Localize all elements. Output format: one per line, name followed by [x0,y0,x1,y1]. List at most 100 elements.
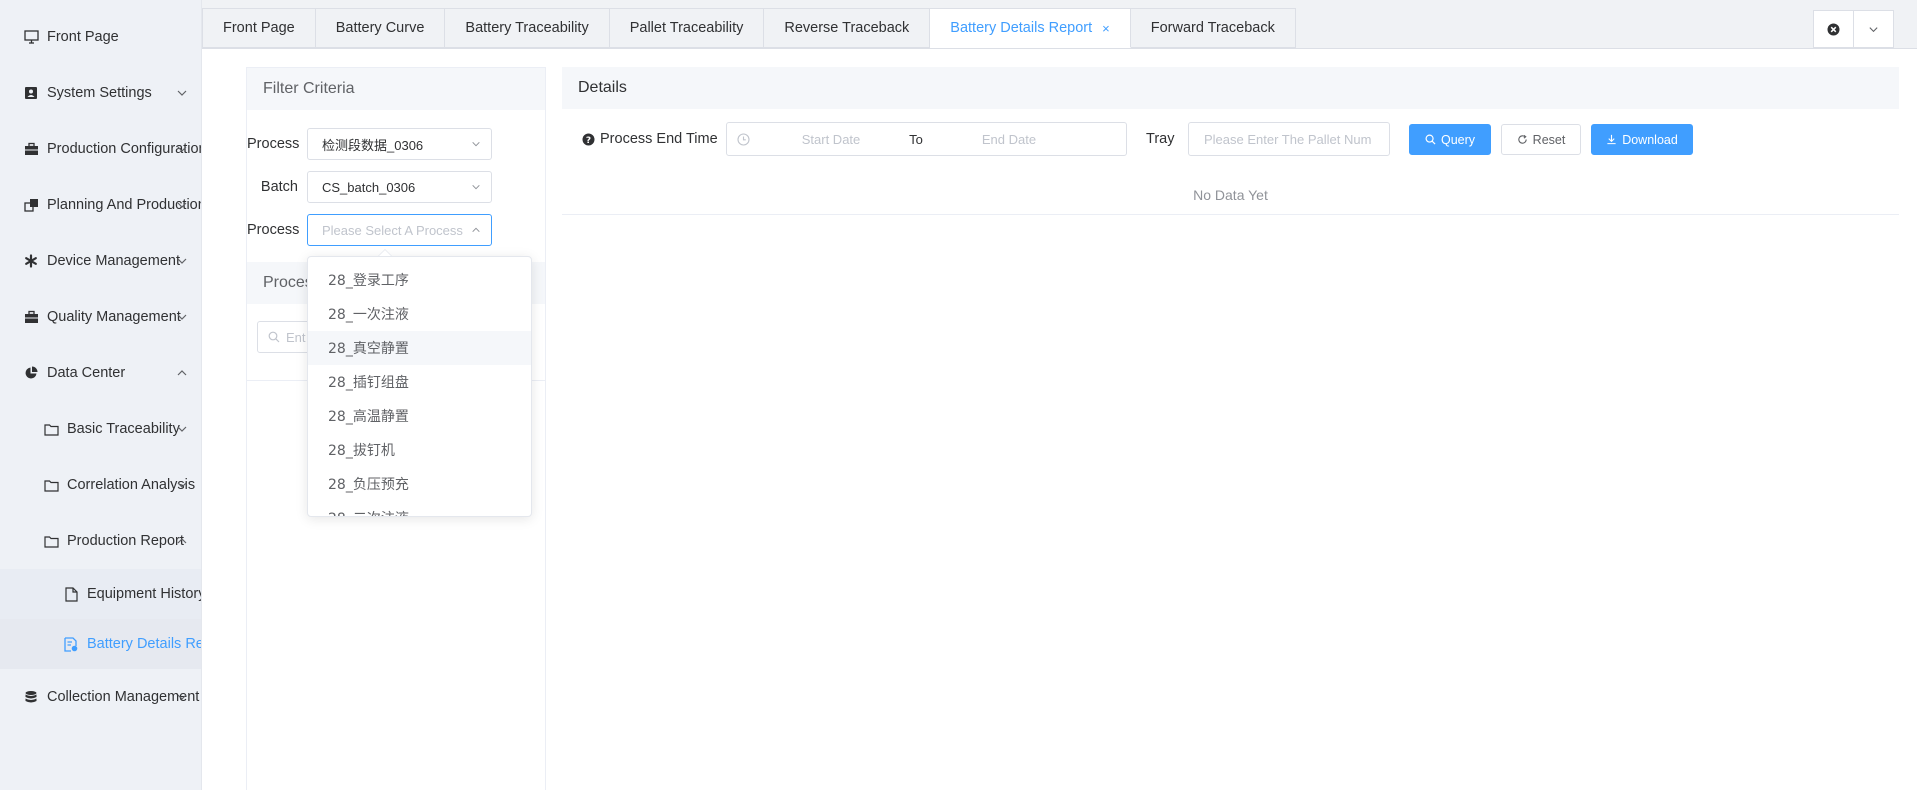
sidebar-item-label: Basic Traceability [67,421,180,437]
process-dropdown: 28_登录工序 28_一次注液 28_真空静置 28_插钉组盘 28_高温静置 … [307,256,532,517]
batch-label: Batch [260,179,298,195]
sidebar-item-label: Quality Management [47,309,181,325]
dropdown-option[interactable]: 28_高温静置 [308,399,531,433]
reset-button[interactable]: Reset [1501,124,1581,155]
tray-placeholder: Please Enter The Pallet Num [1204,131,1372,147]
sidebar-item-label: Front Page [47,29,119,45]
tab-battery-curve[interactable]: Battery Curve [315,8,446,48]
tab-label: Battery Traceability [465,20,589,36]
dropdown-caret [378,249,392,256]
sidebar-item-data-center[interactable]: Data Center [0,345,201,401]
tab-label: Front Page [223,20,295,36]
dropdown-option[interactable]: 28_登录工序 [308,263,531,297]
folder-icon [43,421,59,437]
tray-input[interactable]: Please Enter The Pallet Num [1188,122,1390,156]
chevron-down-icon [177,314,187,320]
process-select[interactable]: 检测段数据_0306 [307,128,492,160]
tab-reverse-traceback[interactable]: Reverse Traceback [764,8,931,48]
tab-label: Pallet Traceability [629,20,744,36]
sidebar-item-label: Data Center [47,365,126,381]
download-label: Download [1622,132,1678,147]
date-range-picker[interactable]: Start Date To End Date [726,122,1127,156]
windows-icon [23,197,39,213]
tab-forward-traceback[interactable]: Forward Traceback [1130,8,1296,48]
briefcase-icon [23,309,39,325]
sidebar-item-production-report[interactable]: Production Report [0,513,201,569]
process-step-select[interactable]: Please Select A Process [307,214,492,246]
query-button[interactable]: Query [1409,124,1491,155]
sidebar-item-label: Battery Details Rep [87,636,202,652]
dropdown-option[interactable]: 28_拔钉机 [308,433,531,467]
sidebar-item-device-management[interactable]: Device Management [0,233,201,289]
start-date-input[interactable]: Start Date [781,132,881,147]
question-icon: ? [582,133,595,145]
dropdown-option[interactable]: 28_一次注液 [308,297,531,331]
dropdown-option[interactable]: 28_真空静置 [308,331,531,365]
empty-state: No Data Yet [562,175,1899,215]
tab-pallet-traceability[interactable]: Pallet Traceability [609,8,765,48]
batch-value: CS_batch_0306 [322,179,416,195]
download-icon [1607,134,1616,145]
document-icon [63,586,79,602]
search-icon [268,331,280,343]
tab-label: Battery Curve [335,20,425,36]
close-all-tabs-button[interactable] [1814,11,1854,47]
sidebar-item-system-settings[interactable]: System Settings [0,65,201,121]
pie-chart-icon [23,365,39,381]
chevron-down-icon [177,146,187,152]
process-step-row: Process Please Select A Process [247,214,492,246]
details-filter-bar: ? Process End Time Start Date To End Dat… [562,122,1899,156]
chevron-down-icon [177,90,187,96]
sidebar-item-correlation-analysis[interactable]: Correlation Analysis [0,457,201,513]
chevron-down-icon [472,184,480,190]
svg-text:?: ? [586,135,591,145]
tab-bar: Front Page Battery Curve Battery Traceab… [202,8,1296,48]
batch-select[interactable]: CS_batch_0306 [307,171,492,203]
chevron-down-icon [177,258,187,264]
tab-menu-button[interactable] [1854,11,1893,47]
end-time-label-text: Process End Time [600,131,718,147]
monitor-icon [23,29,39,45]
chevron-down-icon [1869,26,1878,32]
tray-label: Tray [1146,131,1175,147]
process-row: Process 检测段数据_0306 [247,128,492,160]
chevron-down-icon [472,141,480,147]
sidebar-item-equipment-history[interactable]: Equipment History [0,569,201,619]
close-icon[interactable]: × [1102,21,1110,36]
chevron-down-icon [177,694,187,700]
folder-icon [43,533,59,549]
sidebar-item-label: System Settings [47,85,152,101]
sidebar-item-production-configuration[interactable]: Production Configuration [0,121,201,177]
chevron-down-icon [177,202,187,208]
user-card-icon [23,85,39,101]
download-button[interactable]: Download [1591,124,1693,155]
dropdown-option[interactable]: 28_插钉组盘 [308,365,531,399]
asterisk-icon [23,253,39,269]
end-date-input[interactable]: End Date [959,132,1059,147]
sidebar-item-front-page[interactable]: Front Page [0,9,201,65]
folder-icon [43,477,59,493]
sidebar-item-planning-and-production[interactable]: Planning And Production [0,177,201,233]
process-end-time-label: ? Process End Time [582,122,718,156]
close-circle-icon [1827,23,1840,35]
process-label: Process [247,136,300,152]
dropdown-option[interactable]: 28_负压预充 [308,467,531,501]
chevron-up-icon [472,227,480,233]
filter-title: Filter Criteria [247,68,545,110]
dropdown-option[interactable]: 28_二次注液 [308,501,531,516]
search-placeholder: Ent [286,329,306,345]
process-value: 检测段数据_0306 [322,137,424,153]
sidebar-item-battery-details-report[interactable]: Battery Details Rep [0,619,202,669]
tab-front-page[interactable]: Front Page [202,8,316,48]
sidebar-item-quality-management[interactable]: Quality Management [0,289,201,345]
chevron-up-icon [177,370,187,376]
sidebar-item-basic-traceability[interactable]: Basic Traceability [0,401,201,457]
query-label: Query [1440,132,1476,147]
sidebar-item-collection-management[interactable]: Collection Management [0,669,201,725]
tab-battery-traceability[interactable]: Battery Traceability [445,8,610,48]
search-icon [1425,134,1436,145]
chevron-down-icon [177,482,187,488]
details-title: Details [562,67,1899,109]
tab-battery-details-report[interactable]: Battery Details Report × [930,8,1131,48]
tab-controls [1813,10,1894,48]
